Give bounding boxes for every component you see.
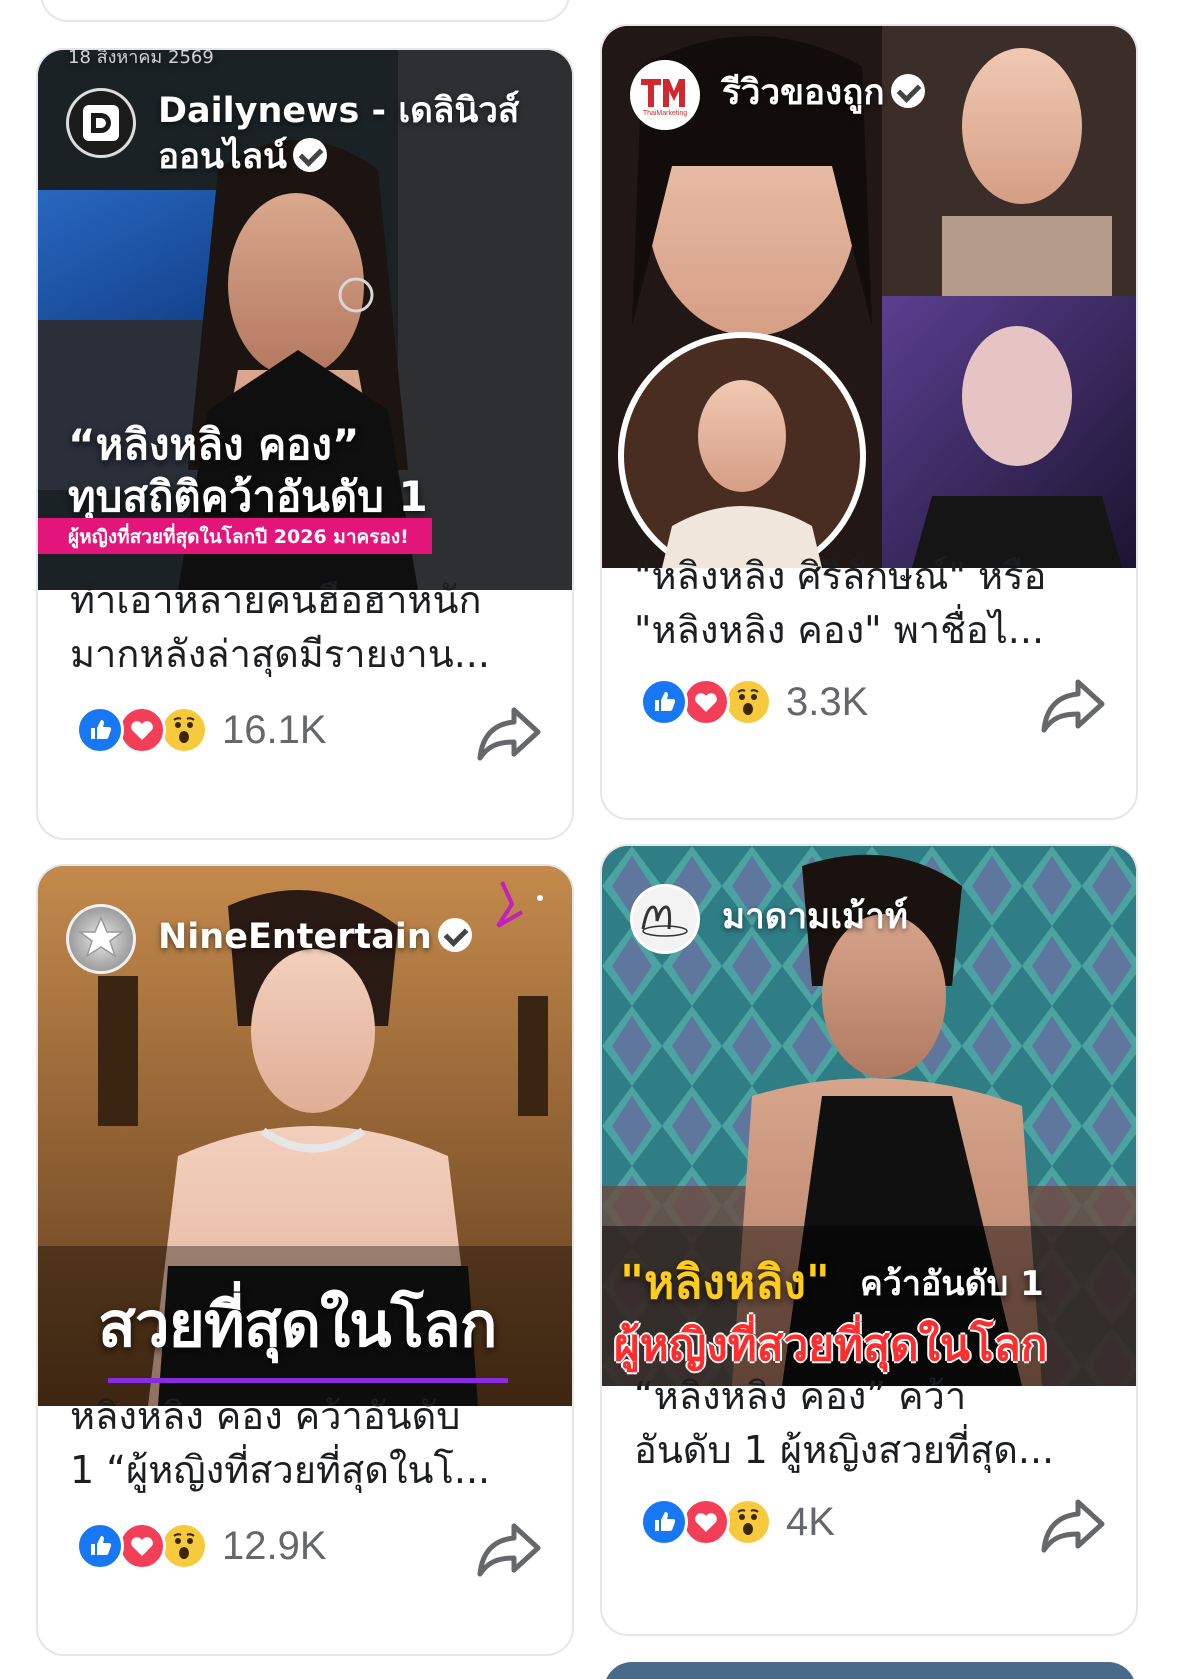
post-caption[interactable]: หลิงหลิง คอง คว้าอันดับ 1 “ผู้หญิงที่สวย… [70, 1389, 546, 1497]
post-card-nineentertain[interactable]: NineEntertain สวยที่สุดในโลก หลิงหลิง คอ… [36, 864, 574, 1656]
reaction-count: 12.9K [222, 1523, 327, 1568]
love-reaction-icon [682, 1498, 730, 1546]
page-header: Dailynews - เดลินิวส์ ออนไลน์ [66, 88, 542, 180]
share-icon[interactable] [1040, 676, 1106, 736]
like-reaction-icon [76, 1522, 124, 1570]
reactions-summary[interactable]: 12.9K [76, 1522, 327, 1570]
caption-line-2: มากหลังล่าสุดมีรายงาน... [70, 632, 490, 676]
page-header: มาดามเม้าท์ [630, 884, 1106, 954]
thaimarketing-logo-icon[interactable]: ThaiMarketing [630, 60, 700, 130]
love-reaction-icon [682, 678, 730, 726]
star-glyph [77, 916, 125, 958]
mm-glyph [641, 905, 688, 937]
dailynews-d-glyph [83, 105, 119, 141]
caption-line-1: “หลิงหลิง คอง” คว้า [634, 1374, 967, 1418]
like-reaction-icon [76, 706, 124, 754]
love-reaction-icon [118, 1522, 166, 1570]
page-header: NineEntertain [66, 904, 542, 974]
page-name[interactable]: NineEntertain [158, 914, 472, 960]
caption-line-1: หลิงหลิง คอง คว้าอันดับ [70, 1394, 461, 1438]
verified-badge-icon [890, 74, 925, 108]
page-name-line1: Dailynews - เดลินิวส์ [158, 91, 520, 131]
page-name[interactable]: Dailynews - เดลินิวส์ ออนไลน์ [158, 88, 519, 180]
wow-reaction-icon [724, 678, 772, 726]
page-name-line1: มาดามเม้าท์ [722, 897, 908, 937]
svg-text:ThaiMarketing: ThaiMarketing [643, 110, 687, 117]
image-banner-text: ผู้หญิงที่สวยที่สุดในโลกปี 2026 มาครอง! [68, 526, 409, 548]
post-image[interactable]: มาดามเม้าท์ "หลิงหลิง" คว้าอันดับ 1 ผู้ห… [602, 846, 1136, 1386]
next-card-peek[interactable] [604, 1662, 1136, 1679]
dailynews-logo-icon[interactable] [66, 88, 136, 158]
madam-mouth-logo-icon[interactable] [630, 884, 700, 954]
reaction-count: 3.3K [786, 679, 869, 724]
caption-line-2: "หลิงหลิง คอง" พาชื่อไ... [634, 608, 1045, 652]
post-card-dailynews[interactable]: 18 สิงหาคม 2569 Dailynews - เดลินิวส์ ออ… [36, 48, 574, 840]
caption-line-2: อันดับ 1 ผู้หญิงสวยที่สุด... [634, 1428, 1055, 1472]
love-reaction-icon [118, 706, 166, 754]
share-icon[interactable] [1040, 1496, 1106, 1556]
like-reaction-icon [640, 678, 688, 726]
wow-reaction-icon [160, 1522, 208, 1570]
nine-entertain-logo-icon[interactable] [66, 904, 136, 974]
reactions-summary[interactable]: 3.3K [640, 678, 868, 726]
page-name-line1: รีวิวของถูก [722, 73, 885, 113]
post-image[interactable]: 18 สิงหาคม 2569 Dailynews - เดลินิวส์ ออ… [38, 50, 572, 590]
wow-reaction-icon [160, 706, 208, 754]
image-date: 18 สิงหาคม 2569 [68, 50, 214, 68]
post-caption[interactable]: “หลิงหลิง คอง” คว้า อันดับ 1 ผู้หญิงสวยท… [634, 1369, 1110, 1477]
post-image[interactable]: NineEntertain สวยที่สุดในโลก [38, 866, 572, 1406]
post-caption[interactable]: "หลิงหลิง ศิริลักษณ์" หรือ "หลิงหลิง คอง… [634, 549, 1110, 657]
post-card-madam-mouth[interactable]: มาดามเม้าท์ "หลิงหลิง" คว้าอันดับ 1 ผู้ห… [600, 844, 1138, 1636]
reactions-summary[interactable]: 4K [640, 1498, 835, 1546]
reaction-count: 16.1K [222, 707, 327, 752]
caption-line-1: "หลิงหลิง ศิริลักษณ์" หรือ [634, 554, 1047, 598]
post-card-review[interactable]: ThaiMarketing รีวิวของถูก "หลิงหลิง ศิริ… [600, 24, 1138, 820]
tm-glyph: ThaiMarketing [641, 79, 687, 117]
wow-reaction-icon [724, 1498, 772, 1546]
share-icon[interactable] [476, 704, 542, 764]
reactions-summary[interactable]: 16.1K [76, 706, 327, 754]
page-name-line1: NineEntertain [158, 917, 432, 957]
caption-line-1: ทำเอาหลายคนฮือฮาหนัก [70, 578, 482, 622]
page-header: ThaiMarketing รีวิวของถูก [630, 60, 1106, 130]
post-caption[interactable]: ทำเอาหลายคนฮือฮาหนัก มากหลังล่าสุดมีรายง… [70, 573, 546, 681]
share-icon[interactable] [476, 1520, 542, 1580]
nine-corner-logo-icon [496, 881, 543, 928]
image-headline-1a: "หลิงหลิง" [620, 1255, 830, 1309]
reaction-count: 4K [786, 1499, 835, 1544]
previous-card-left-edge [40, 0, 570, 22]
caption-line-2: 1 “ผู้หญิงที่สวยที่สุดในโ... [70, 1448, 491, 1492]
page-name[interactable]: มาดามเม้าท์ [722, 894, 908, 940]
verified-badge-icon [292, 138, 327, 172]
post-image[interactable]: ThaiMarketing รีวิวของถูก [602, 26, 1136, 568]
page-name-line2: ออนไลน์ [158, 137, 287, 177]
verified-badge-icon [437, 918, 472, 952]
image-headline-1: สวยที่สุดในโลก [98, 1288, 497, 1361]
page-name[interactable]: รีวิวของถูก [722, 70, 925, 116]
image-headline-1b: คว้าอันดับ 1 [860, 1264, 1044, 1304]
like-reaction-icon [640, 1498, 688, 1546]
